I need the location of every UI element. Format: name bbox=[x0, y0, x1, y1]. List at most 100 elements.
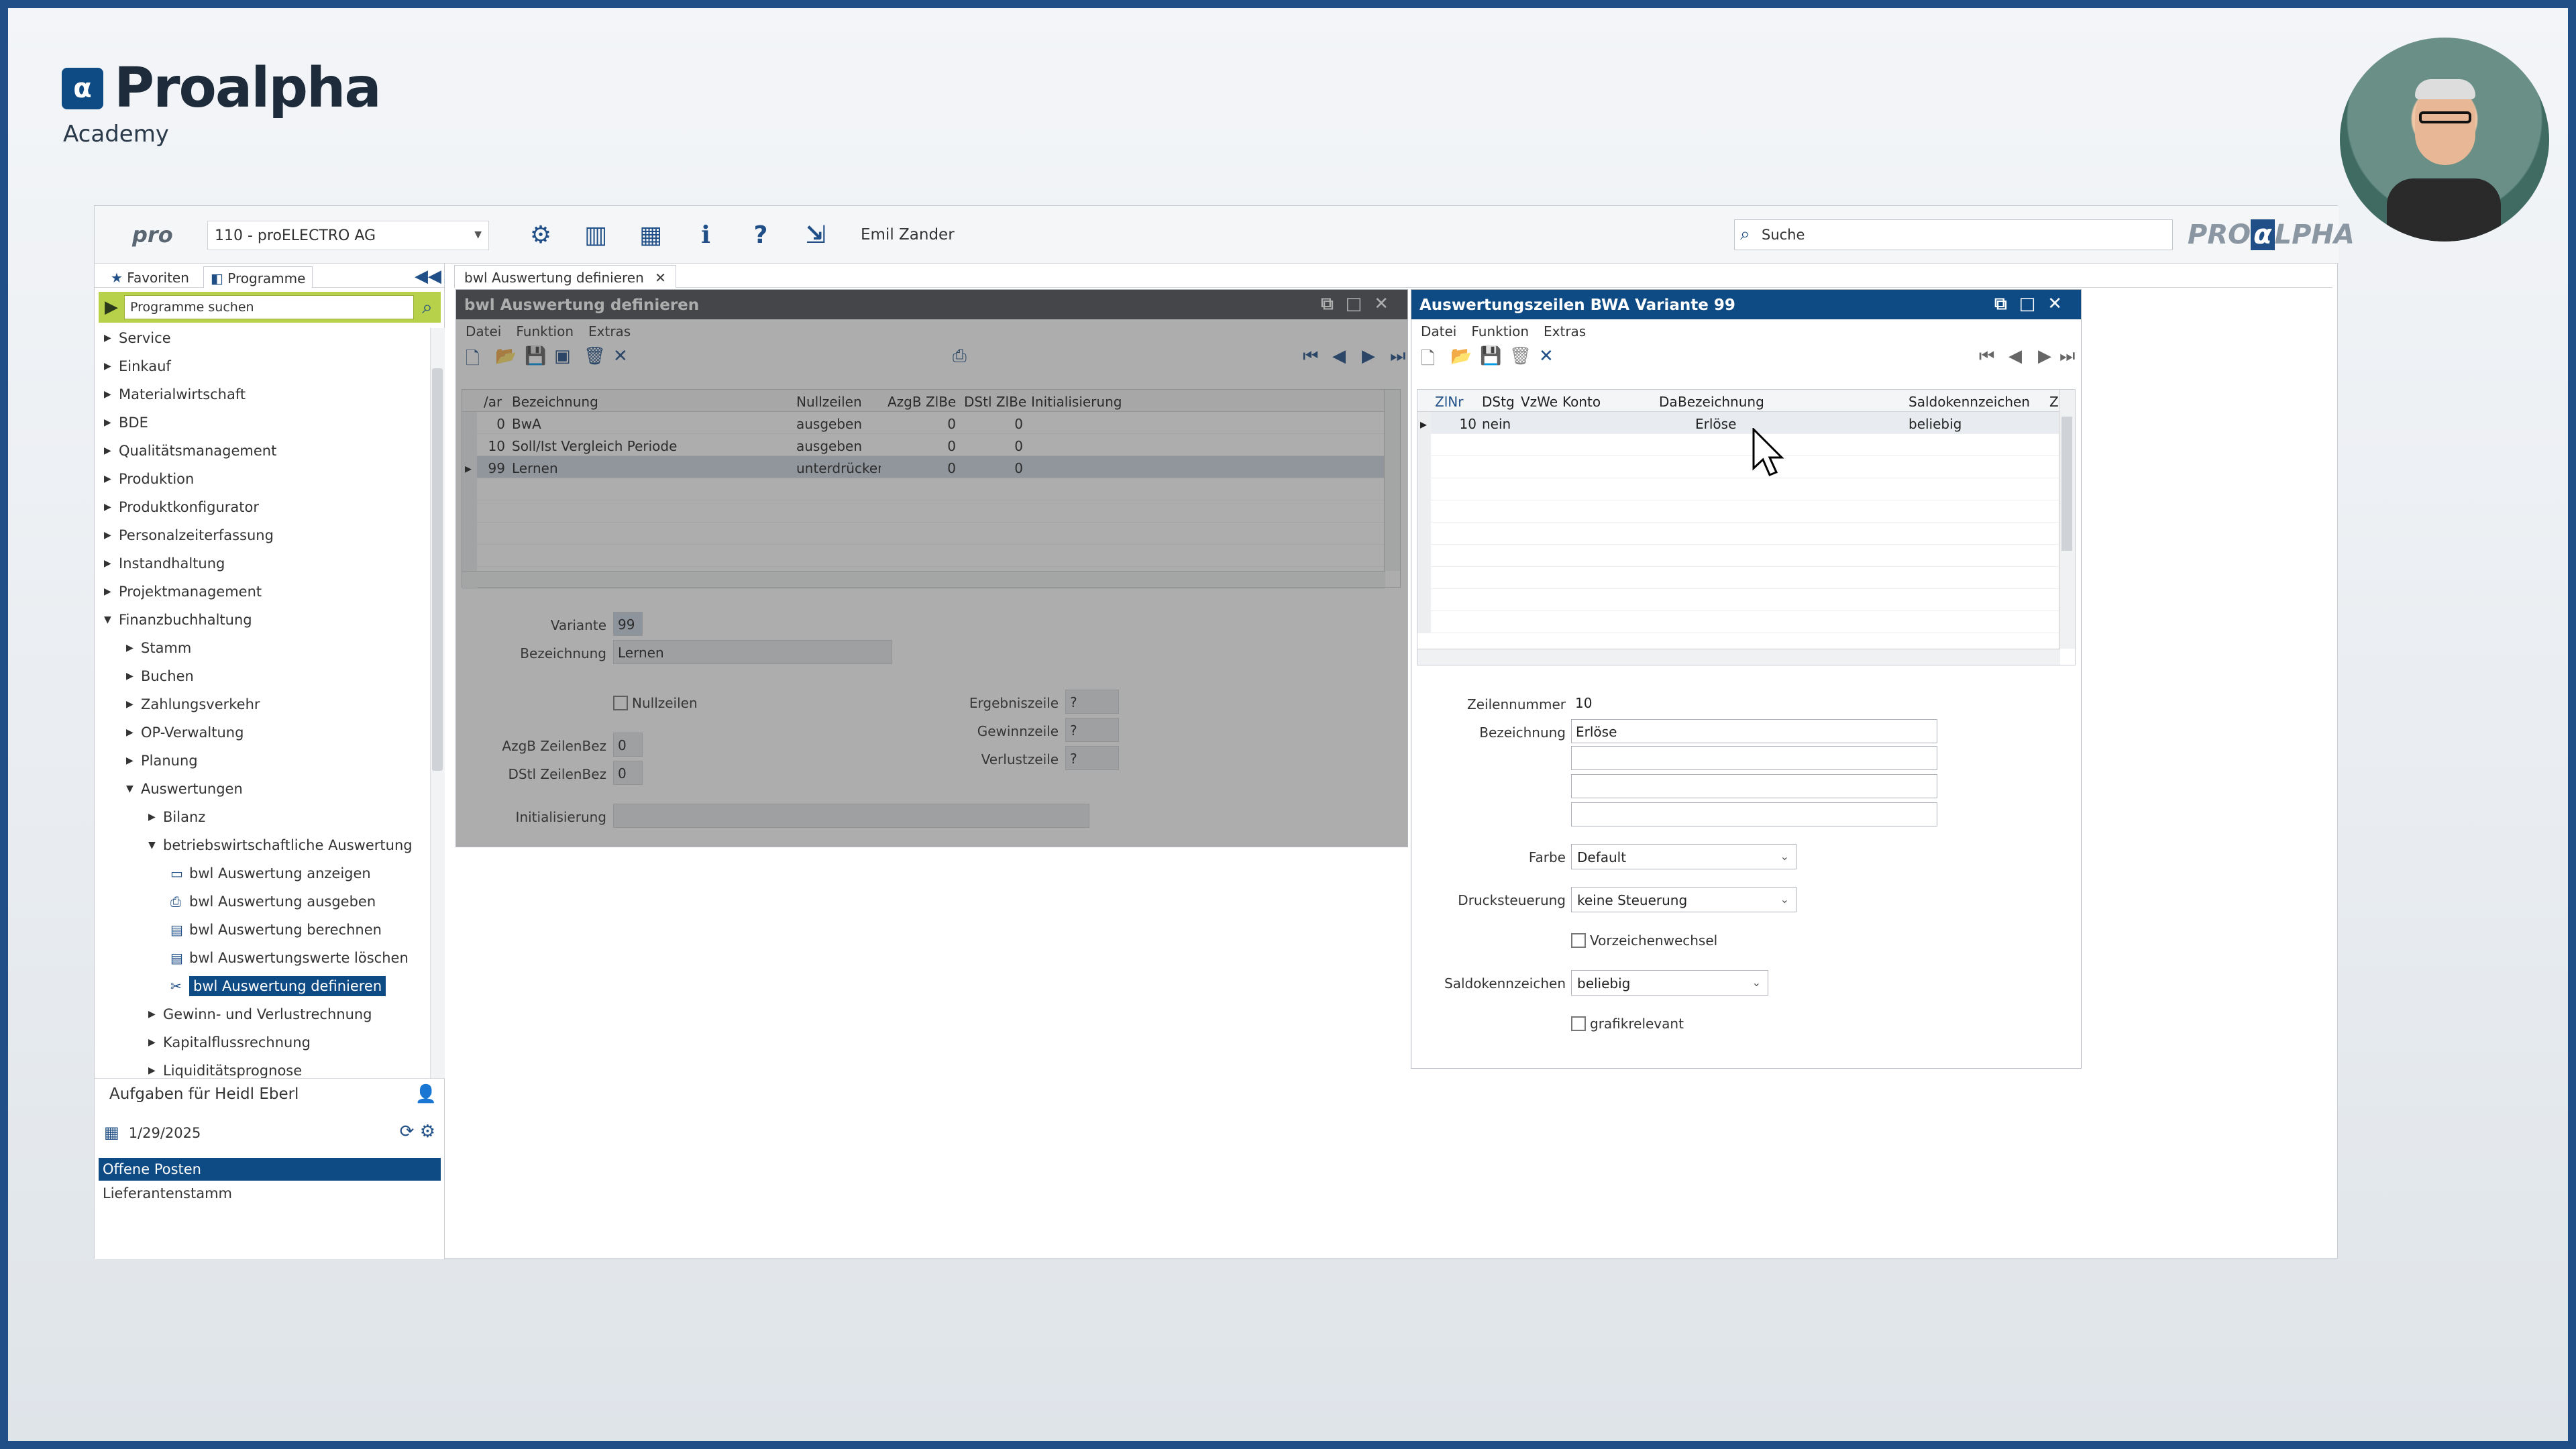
caret-right-icon[interactable]: ▶ bbox=[104, 361, 119, 372]
row-marker[interactable] bbox=[1417, 434, 1431, 456]
tree-item[interactable]: ▼ betriebswirtschaftliche Auswertung bbox=[148, 835, 413, 855]
save-icon[interactable]: 💾 bbox=[525, 346, 546, 366]
col-header[interactable]: Konto bbox=[1560, 390, 1654, 412]
run-icon[interactable]: ▶ bbox=[99, 297, 124, 317]
print-icon[interactable]: ⎙ bbox=[953, 346, 967, 367]
task-item[interactable]: Lieferantenstamm bbox=[99, 1182, 441, 1205]
info-icon[interactable]: ℹ bbox=[690, 219, 721, 250]
table-row[interactable]: 10 Soll/Ist Vergleich Periode ausgeben 0 0 bbox=[462, 434, 1385, 456]
caret-right-icon[interactable]: ▶ bbox=[126, 727, 141, 738]
open-icon[interactable]: 📂 bbox=[1450, 346, 1472, 366]
row-marker[interactable] bbox=[1417, 478, 1431, 500]
row-marker[interactable] bbox=[462, 478, 477, 500]
row-marker[interactable] bbox=[462, 523, 477, 545]
gewinn-input[interactable]: ? bbox=[1065, 718, 1119, 742]
col-header[interactable]: Saldokennzeichen bbox=[1906, 390, 2047, 412]
table-hscrollbar[interactable] bbox=[462, 571, 1385, 587]
row-marker[interactable] bbox=[1417, 567, 1431, 589]
table-scrollbar[interactable] bbox=[1384, 390, 1400, 571]
menu-datei[interactable]: Datei bbox=[466, 323, 501, 339]
tree-item[interactable]: ▶ Bilanz bbox=[148, 807, 205, 827]
caret-right-icon[interactable]: ▶ bbox=[148, 1037, 163, 1048]
table-row[interactable] bbox=[1417, 567, 2060, 589]
open-icon[interactable]: 📂 bbox=[495, 346, 517, 366]
menu-extras[interactable]: Extras bbox=[588, 323, 631, 339]
save-all-icon[interactable]: ▣ bbox=[554, 346, 571, 366]
row-marker[interactable] bbox=[1417, 589, 1431, 611]
tree-item[interactable]: ▶ Gewinn- und Verlustrechnung bbox=[148, 1004, 372, 1024]
col-header[interactable]: Initialisierung bbox=[1028, 390, 1163, 412]
table-row[interactable] bbox=[1417, 545, 2060, 567]
ergebnis-input[interactable]: ? bbox=[1065, 690, 1119, 714]
new-icon[interactable]: 🗋 bbox=[1421, 346, 1435, 376]
company-select[interactable]: 110 - proELECTRO AG ▼ bbox=[207, 221, 489, 250]
caret-right-icon[interactable]: ▶ bbox=[104, 502, 119, 513]
global-search-input[interactable]: ⌕ Suche bbox=[1734, 219, 2173, 250]
table-row[interactable] bbox=[1417, 523, 2060, 545]
init-input[interactable] bbox=[613, 804, 1089, 828]
row-marker[interactable] bbox=[1417, 523, 1431, 545]
menu-datei[interactable]: Datei bbox=[1421, 323, 1456, 339]
delete-icon[interactable]: 🗑 bbox=[584, 346, 606, 366]
close-icon[interactable]: ✕ bbox=[655, 270, 666, 286]
logout-icon[interactable]: ⇲ bbox=[800, 219, 831, 250]
settings-gear-icon[interactable]: ⚙ bbox=[525, 219, 556, 250]
table-row[interactable] bbox=[1417, 478, 2060, 500]
menu-extras[interactable]: Extras bbox=[1544, 323, 1586, 339]
tab-programs[interactable]: ◧ Programme bbox=[203, 266, 313, 288]
grafikrelevant-checkbox[interactable]: grafikrelevant bbox=[1571, 1016, 1684, 1032]
cancel-icon[interactable]: ✕ bbox=[613, 346, 628, 366]
tree-item[interactable]: ▶ Zahlungsverkehr bbox=[126, 694, 260, 714]
caret-right-icon[interactable]: ▶ bbox=[126, 643, 141, 653]
table-hscrollbar[interactable] bbox=[1417, 649, 2060, 665]
tree-item[interactable]: ▶ Instandhaltung bbox=[104, 553, 225, 574]
tree-item[interactable]: ▶ Kapitalflussrechnung bbox=[148, 1032, 311, 1053]
new-icon[interactable]: 🗋 bbox=[466, 346, 480, 376]
row-marker[interactable] bbox=[1417, 611, 1431, 633]
caret-down-icon[interactable]: ▼ bbox=[104, 614, 119, 625]
tree-item[interactable]: ▶ Produktkonfigurator bbox=[104, 497, 259, 517]
tree-item[interactable]: ▶ Projektmanagement bbox=[104, 582, 262, 602]
table-row[interactable]: 0 BwA ausgeben 0 0 bbox=[462, 412, 1385, 434]
saldokennzeichen-select[interactable]: beliebig ⌄ bbox=[1571, 970, 1768, 996]
vorzeichenwechsel-checkbox[interactable]: Vorzeichenwechsel bbox=[1571, 932, 1717, 949]
caret-down-icon[interactable]: ▼ bbox=[126, 784, 141, 794]
tasks-date[interactable]: ▦ 1/29/2025 bbox=[104, 1123, 201, 1142]
tree-item[interactable]: ⎙ bwl Auswertung ausgeben bbox=[170, 892, 376, 912]
table-row[interactable] bbox=[462, 478, 1385, 500]
tab-bwl-definieren[interactable]: bwl Auswertung definieren ✕ bbox=[454, 265, 676, 288]
program-search-input[interactable]: Programme suchen bbox=[124, 295, 414, 319]
tree-item[interactable]: ▼ Finanzbuchhaltung bbox=[104, 610, 252, 630]
menu-funktion[interactable]: Funktion bbox=[516, 323, 574, 339]
tree-item[interactable]: ▶ Stamm bbox=[126, 638, 191, 658]
collapse-sidebar-icon[interactable]: ◀◀ bbox=[415, 266, 441, 286]
nullzeilen-checkbox[interactable]: Nullzeilen bbox=[613, 695, 698, 711]
bezeichnung-input-2[interactable] bbox=[1571, 746, 1937, 770]
bezeichnung-input[interactable]: Lernen bbox=[613, 640, 892, 664]
menu-funktion[interactable]: Funktion bbox=[1471, 323, 1529, 339]
tree-item[interactable]: ▶ Produktion bbox=[104, 469, 194, 489]
table-row[interactable] bbox=[1417, 500, 2060, 523]
caret-right-icon[interactable]: ▶ bbox=[104, 530, 119, 541]
prev-record-icon[interactable]: ◀ bbox=[2008, 346, 2022, 366]
window-controls[interactable]: ⧉□✕ bbox=[1321, 294, 1401, 315]
prev-record-icon[interactable]: ◀ bbox=[1332, 346, 1346, 366]
caret-right-icon[interactable]: ▶ bbox=[126, 699, 141, 710]
table-row[interactable] bbox=[1417, 456, 2060, 478]
table-row[interactable] bbox=[462, 523, 1385, 545]
gear-icon[interactable]: ⚙ bbox=[420, 1122, 435, 1142]
last-record-icon[interactable]: ⏭ bbox=[2059, 346, 2075, 367]
bezeichnung-input-4[interactable] bbox=[1571, 802, 1937, 826]
row-marker[interactable] bbox=[462, 434, 477, 456]
caret-right-icon[interactable]: ▶ bbox=[104, 389, 119, 400]
row-marker[interactable] bbox=[462, 412, 477, 434]
caret-right-icon[interactable]: ▶ bbox=[148, 1009, 163, 1020]
row-marker[interactable] bbox=[1417, 456, 1431, 478]
caret-right-icon[interactable]: ▶ bbox=[104, 474, 119, 484]
row-marker[interactable] bbox=[1417, 500, 1431, 523]
window-controls[interactable]: ⧉□✕ bbox=[1994, 294, 2074, 315]
table-row[interactable] bbox=[1417, 611, 2060, 633]
caret-right-icon[interactable]: ▶ bbox=[104, 417, 119, 428]
farbe-select[interactable]: Default ⌄ bbox=[1571, 844, 1796, 869]
save-icon[interactable]: 💾 bbox=[1480, 346, 1501, 366]
